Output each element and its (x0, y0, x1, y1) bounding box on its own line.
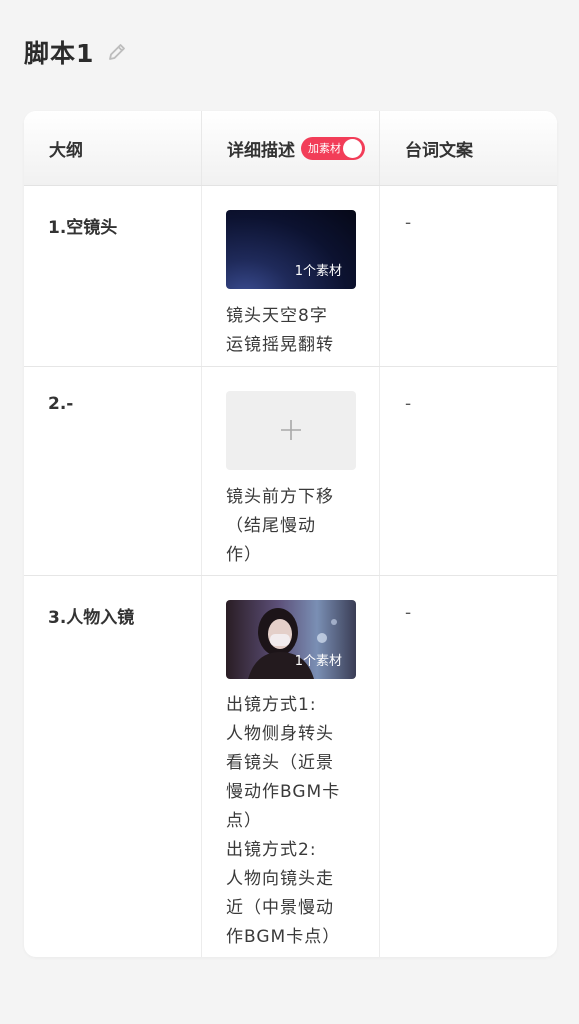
plus-icon (281, 420, 301, 440)
table-row: 1.空镜头 1个素材 镜头天空8字 运镜摇晃翻转 - (24, 186, 557, 367)
column-header-description-label: 详细描述 (227, 140, 295, 161)
lines-cell[interactable]: - (380, 576, 557, 957)
description-text: 镜头天空8字 运镜摇晃翻转 (226, 306, 334, 355)
lines-text: - (405, 603, 412, 623)
media-thumbnail[interactable]: 1个素材 (226, 600, 356, 679)
outline-cell[interactable]: 1.空镜头 (24, 186, 202, 366)
description-text: 镜头前方下移 （结尾慢动 作） (226, 487, 334, 565)
script-table: 大纲 详细描述 加素材 台词文案 1.空镜头 1个素材 镜头天空8字 运镜摇晃翻… (24, 111, 557, 957)
edit-icon[interactable] (106, 41, 128, 63)
media-count-badge: 1个素材 (294, 654, 342, 669)
description-cell[interactable]: 1个素材 出镜方式1: 人物侧身转头 看镜头（近景 慢动作BGM卡 点） 出镜方… (202, 576, 380, 957)
outline-cell[interactable]: 3.人物入镜 (24, 576, 202, 957)
description-cell[interactable]: 镜头前方下移 （结尾慢动 作） (202, 367, 380, 575)
add-media-button[interactable] (226, 391, 356, 470)
outline-text: 3.人物入镜 (48, 608, 135, 628)
toggle-knob (343, 138, 362, 158)
page-header: 脚本1 (24, 34, 128, 70)
lines-text: - (405, 213, 412, 233)
lines-text: - (405, 394, 412, 414)
add-material-toggle[interactable]: 加素材 (301, 136, 365, 160)
column-header-outline-label: 大纲 (49, 140, 83, 161)
column-header-lines-label: 台词文案 (405, 140, 473, 161)
description-cell[interactable]: 1个素材 镜头天空8字 运镜摇晃翻转 (202, 186, 380, 366)
add-material-toggle-label: 加素材 (308, 142, 341, 155)
lines-cell[interactable]: - (380, 186, 557, 366)
table-row: 2.- 镜头前方下移 （结尾慢动 作） - (24, 367, 557, 576)
outline-text: 1.空镜头 (48, 218, 118, 238)
table-row: 3.人物入镜 1个素材 出镜方式1: 人物侧身转头 看镜头（近景 慢动作BGM卡… (24, 576, 557, 957)
media-thumbnail[interactable]: 1个素材 (226, 210, 356, 289)
column-header-lines: 台词文案 (380, 111, 557, 185)
media-count-badge: 1个素材 (294, 264, 342, 279)
column-header-description: 详细描述 加素材 (202, 111, 380, 185)
outline-cell[interactable]: 2.- (24, 367, 202, 575)
page-title: 脚本1 (24, 39, 95, 68)
description-text: 出镜方式1: 人物侧身转头 看镜头（近景 慢动作BGM卡 点） 出镜方式2: 人… (226, 695, 341, 947)
lines-cell[interactable]: - (380, 367, 557, 575)
outline-text: 2.- (48, 394, 74, 414)
column-header-outline: 大纲 (24, 111, 202, 185)
table-header: 大纲 详细描述 加素材 台词文案 (24, 111, 557, 186)
